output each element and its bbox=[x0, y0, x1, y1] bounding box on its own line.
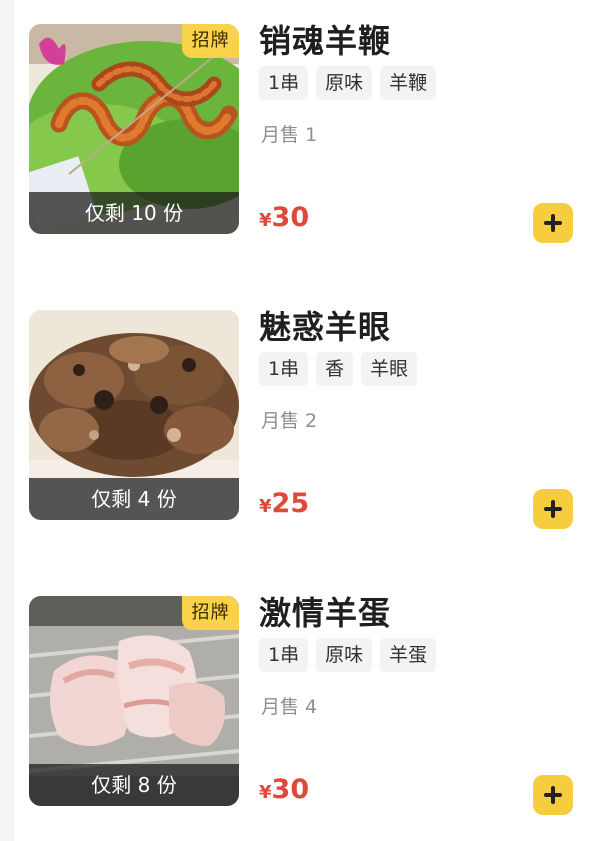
dish-price: ¥30 bbox=[259, 770, 309, 813]
currency-symbol: ¥ bbox=[259, 210, 272, 231]
tag-ingredient: 羊鞭 bbox=[380, 66, 437, 100]
tag-portion: 1串 bbox=[259, 352, 309, 386]
stock-remaining-label: 仅剩 10 份 bbox=[29, 192, 239, 234]
dish-tags: 1串 香 羊眼 bbox=[259, 352, 418, 386]
stock-remaining-label: 仅剩 8 份 bbox=[29, 764, 239, 806]
dish-price: ¥25 bbox=[259, 484, 309, 527]
menu-item[interactable]: 招牌 仅剩 10 份 销魂羊鞭 1串 原味 羊鞭 月售 1 ¥30 bbox=[0, 22, 603, 254]
currency-symbol: ¥ bbox=[259, 496, 272, 517]
monthly-sales: 月售 2 bbox=[261, 410, 318, 432]
tag-portion: 1串 bbox=[259, 638, 309, 672]
dish-name: 激情羊蛋 bbox=[259, 594, 392, 632]
currency-symbol: ¥ bbox=[259, 782, 272, 803]
plus-icon-stroke bbox=[551, 500, 555, 518]
signature-badge: 招牌 bbox=[182, 596, 239, 630]
dish-tags: 1串 原味 羊鞭 bbox=[259, 66, 437, 100]
price-amount: 25 bbox=[271, 488, 310, 519]
dish-price: ¥30 bbox=[259, 198, 309, 241]
food-image[interactable]: 仅剩 4 份 bbox=[29, 310, 239, 520]
dish-tags: 1串 原味 羊蛋 bbox=[259, 638, 437, 672]
price-amount: 30 bbox=[271, 202, 310, 233]
tag-ingredient: 羊眼 bbox=[361, 352, 418, 386]
tag-flavor: 原味 bbox=[316, 66, 373, 100]
dish-name: 魅惑羊眼 bbox=[259, 308, 392, 346]
dish-name: 销魂羊鞭 bbox=[259, 22, 392, 60]
menu-list-page: 招牌 仅剩 10 份 销魂羊鞭 1串 原味 羊鞭 月售 1 ¥30 仅剩 4 份… bbox=[0, 0, 603, 841]
tag-ingredient: 羊蛋 bbox=[380, 638, 437, 672]
price-amount: 30 bbox=[271, 774, 310, 805]
plus-icon-stroke bbox=[551, 214, 555, 232]
plus-icon-stroke bbox=[551, 786, 555, 804]
add-to-cart-button[interactable] bbox=[533, 489, 573, 529]
tag-portion: 1串 bbox=[259, 66, 309, 100]
add-to-cart-button[interactable] bbox=[533, 775, 573, 815]
food-image[interactable]: 招牌 仅剩 10 份 bbox=[29, 24, 239, 234]
add-to-cart-button[interactable] bbox=[533, 203, 573, 243]
monthly-sales: 月售 1 bbox=[261, 124, 318, 146]
tag-flavor: 香 bbox=[316, 352, 354, 386]
food-image[interactable]: 招牌 仅剩 8 份 bbox=[29, 596, 239, 806]
menu-item[interactable]: 招牌 仅剩 8 份 激情羊蛋 1串 原味 羊蛋 月售 4 ¥30 bbox=[0, 594, 603, 826]
monthly-sales: 月售 4 bbox=[261, 696, 318, 718]
menu-item[interactable]: 仅剩 4 份 魅惑羊眼 1串 香 羊眼 月售 2 ¥25 bbox=[0, 308, 603, 540]
signature-badge: 招牌 bbox=[182, 24, 239, 58]
tag-flavor: 原味 bbox=[316, 638, 373, 672]
stock-remaining-label: 仅剩 4 份 bbox=[29, 478, 239, 520]
